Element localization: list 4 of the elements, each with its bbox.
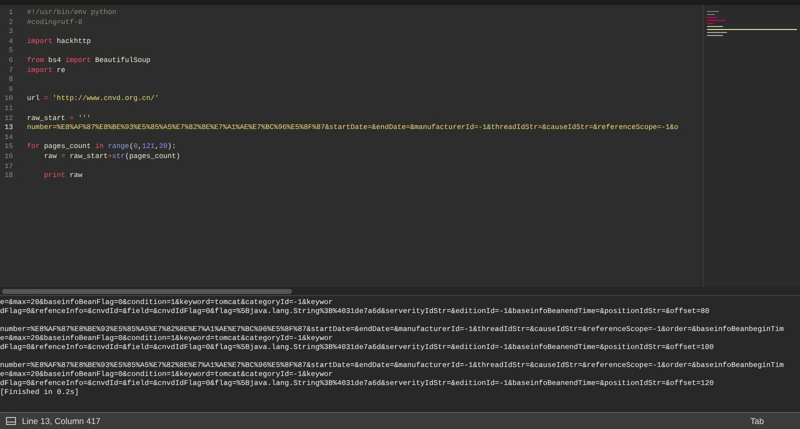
cursor-position: Line 13, Column 417 — [22, 414, 100, 428]
scrollbar-thumb[interactable] — [2, 288, 292, 294]
tab-size[interactable]: Tab — [750, 414, 764, 428]
panel-icon[interactable] — [6, 417, 16, 425]
